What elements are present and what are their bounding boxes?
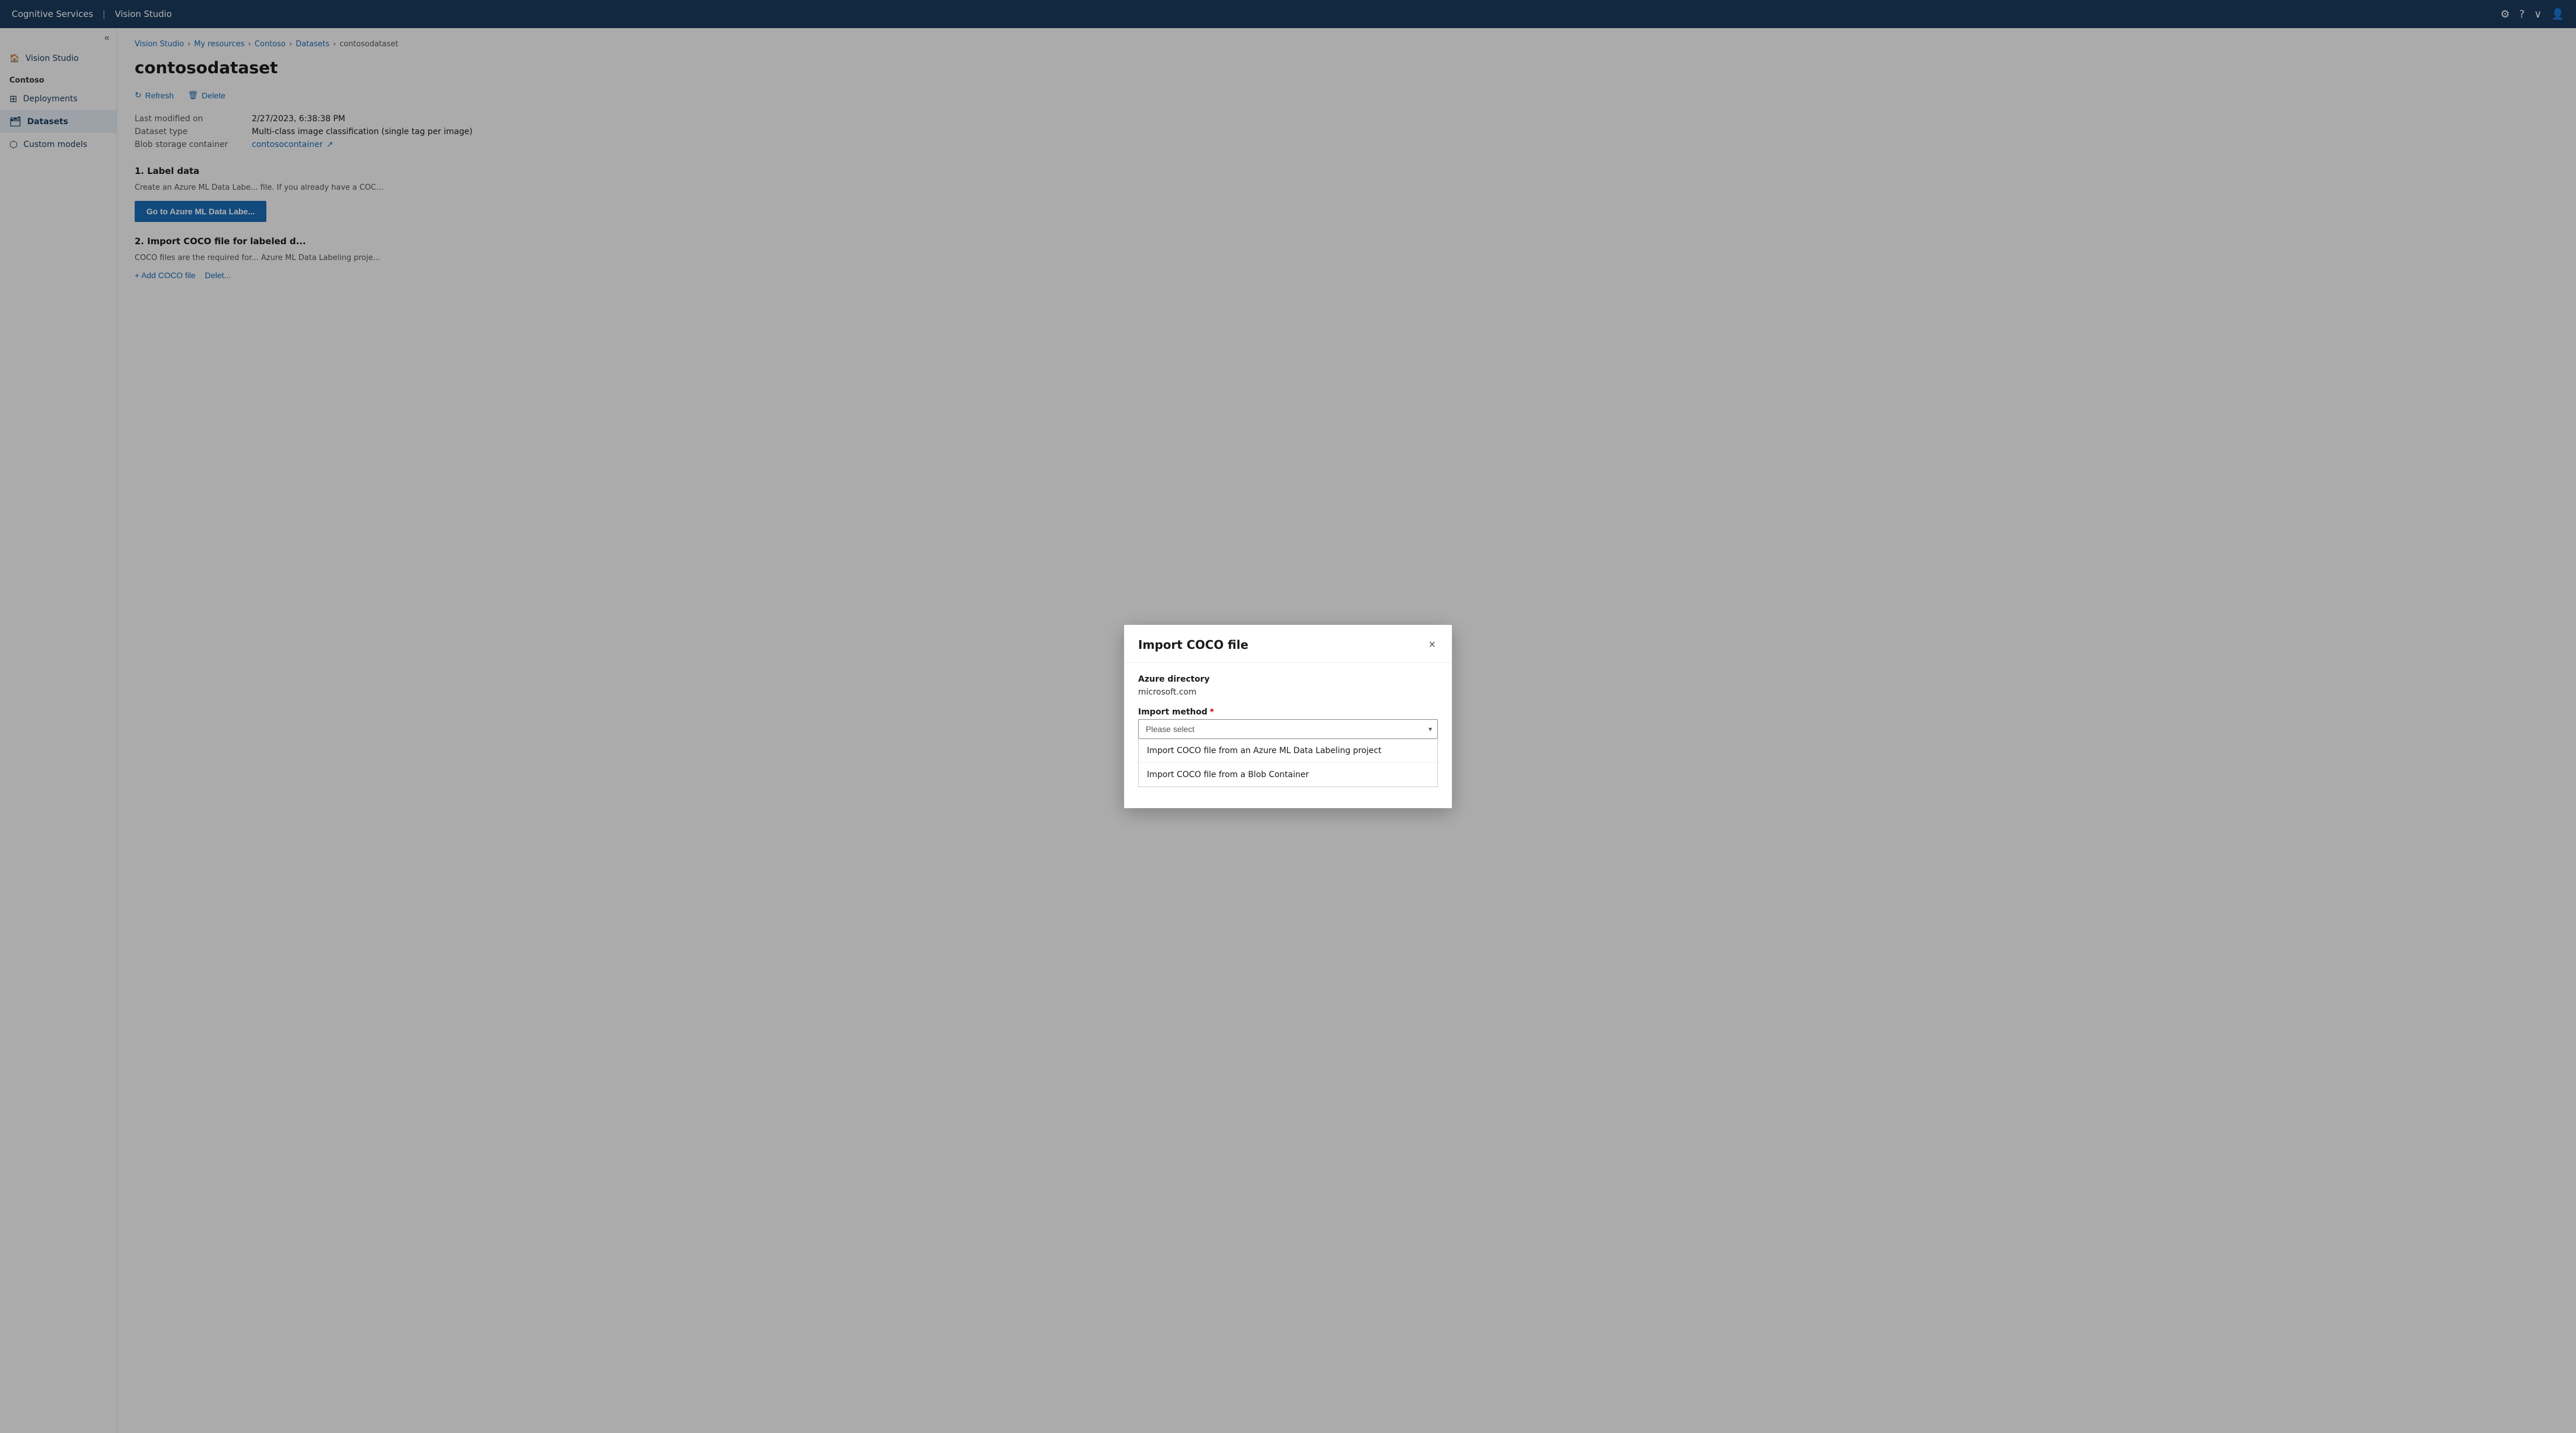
import-method-select[interactable]: Please select Import COCO file from an A… — [1138, 719, 1438, 739]
modal-close-button[interactable]: × — [1426, 637, 1438, 653]
import-method-group: Import method * Please select Import COC… — [1138, 707, 1438, 787]
import-method-select-wrapper: Please select Import COCO file from an A… — [1138, 719, 1438, 739]
modal-overlay: Import COCO file × Azure directory micro… — [0, 0, 2576, 1433]
import-method-label: Import method * — [1138, 707, 1438, 717]
dropdown-option-blob[interactable]: Import COCO file from a Blob Container — [1139, 763, 1437, 786]
modal-body: Azure directory microsoft.com Import met… — [1124, 663, 1452, 808]
required-indicator: * — [1210, 707, 1214, 717]
dropdown-options: Import COCO file from an Azure ML Data L… — [1138, 739, 1438, 787]
import-coco-modal: Import COCO file × Azure directory micro… — [1124, 625, 1452, 808]
azure-directory-label: Azure directory — [1138, 675, 1438, 684]
import-method-label-text: Import method — [1138, 707, 1207, 717]
modal-title: Import COCO file — [1138, 638, 1248, 652]
modal-header: Import COCO file × — [1124, 625, 1452, 663]
dropdown-option-azure-ml[interactable]: Import COCO file from an Azure ML Data L… — [1139, 739, 1437, 763]
azure-directory-value: microsoft.com — [1138, 686, 1438, 698]
azure-directory-group: Azure directory microsoft.com — [1138, 675, 1438, 698]
